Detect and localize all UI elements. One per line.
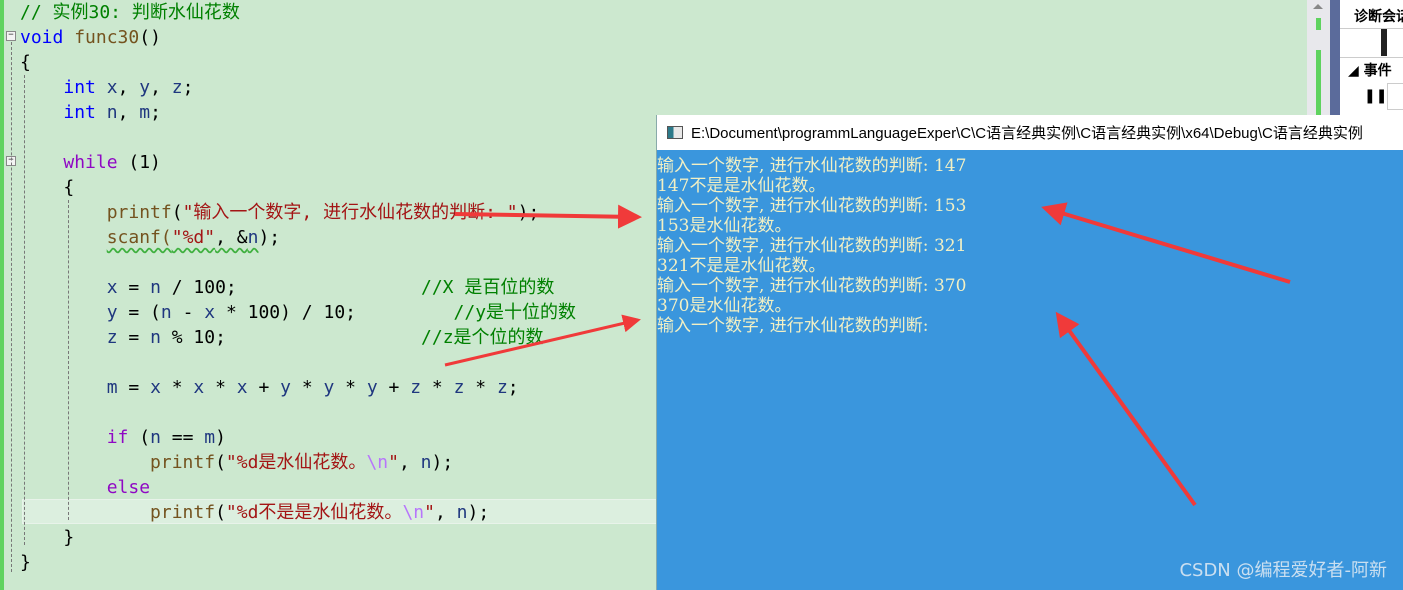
arrow-to-153 bbox=[1041, 202, 1291, 284]
arrow-printf-to-console bbox=[454, 204, 642, 229]
annotation-arrows bbox=[444, 202, 1291, 507]
arrow-to-370 bbox=[1055, 311, 1197, 507]
arrow-code-to-console bbox=[444, 314, 641, 367]
